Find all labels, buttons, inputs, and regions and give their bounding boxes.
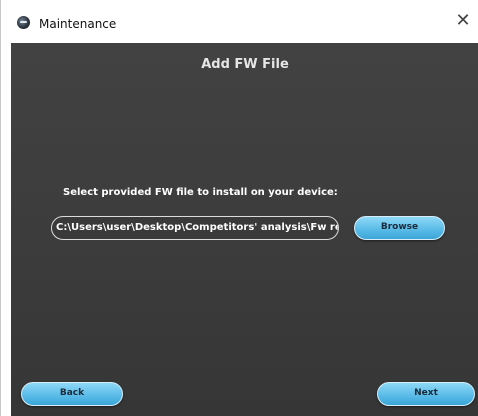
next-button[interactable]: Next	[377, 382, 475, 406]
title-bar: Maintenance ✕	[1, 0, 478, 43]
wizard-panel: Add FW File Select provided FW file to i…	[11, 43, 478, 416]
back-button[interactable]: Back	[21, 382, 123, 406]
browse-button[interactable]: Browse	[354, 216, 445, 240]
maintenance-window: Maintenance ✕ Add FW File Select provide…	[0, 0, 478, 416]
page-title: Add FW File	[201, 57, 289, 72]
app-logo-icon	[17, 16, 30, 29]
close-icon[interactable]: ✕	[453, 11, 473, 31]
instruction-label: Select provided FW file to install on yo…	[63, 187, 338, 198]
window-title: Maintenance	[39, 17, 117, 31]
fw-file-path-field[interactable]: C:\Users\user\Desktop\Competitors' analy…	[51, 216, 339, 240]
